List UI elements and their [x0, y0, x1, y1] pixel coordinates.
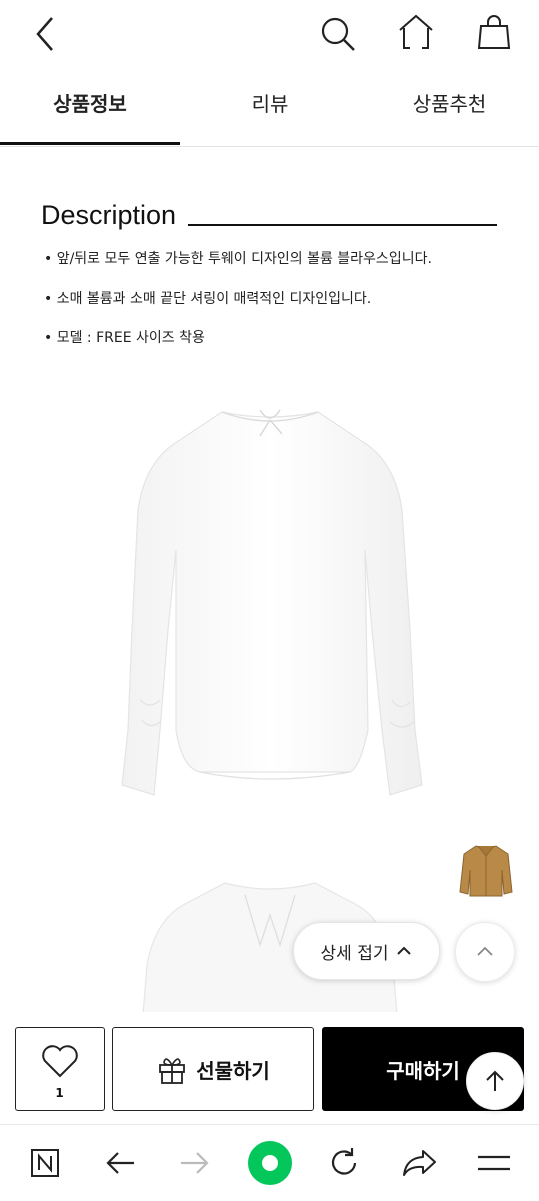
like-count: 1 — [55, 1086, 64, 1100]
menu-icon[interactable] — [476, 1125, 512, 1201]
home-icon[interactable] — [396, 12, 436, 52]
description-divider — [188, 224, 497, 226]
top-bar — [0, 0, 539, 70]
description-title: Description — [41, 200, 177, 230]
chevron-up-icon — [475, 942, 495, 962]
fold-details-button[interactable]: 상세 접기 — [293, 922, 440, 980]
shopping-bag-icon[interactable] — [474, 12, 514, 52]
active-tab-indicator — [0, 142, 180, 145]
tab-recommend[interactable]: 상품추천 — [360, 72, 539, 146]
heart-icon — [40, 1042, 80, 1080]
buy-label: 구매하기 — [386, 1058, 460, 1083]
arrow-up-icon — [483, 1069, 507, 1093]
product-image-blouse-front — [110, 400, 430, 805]
tab-product-info[interactable]: 상품정보 — [0, 72, 180, 146]
description-bullet: • 모델 : FREE 사이즈 착용 — [44, 330, 205, 346]
naver-n-icon[interactable] — [28, 1125, 62, 1201]
gift-button[interactable]: 선물하기 — [112, 1027, 314, 1111]
like-button[interactable]: 1 — [15, 1027, 105, 1111]
forward-icon[interactable] — [178, 1125, 212, 1201]
share-icon[interactable] — [400, 1125, 438, 1201]
recommend-thumbnail-jacket[interactable] — [458, 842, 514, 900]
search-icon[interactable] — [318, 14, 358, 54]
gift-icon — [156, 1053, 188, 1085]
fold-details-label: 상세 접기 — [320, 943, 389, 964]
back-arrow-icon[interactable] — [26, 14, 66, 54]
description-bullet: • 앞/뒤로 모두 연출 가능한 투웨이 디자인의 볼륨 블라우스입니다. — [44, 251, 432, 267]
scroll-up-button[interactable] — [455, 922, 515, 982]
scroll-top-button[interactable] — [466, 1052, 524, 1110]
product-tabs: 상품정보 리뷰 상품추천 — [0, 72, 539, 147]
chevron-up-icon — [396, 943, 412, 959]
gift-label: 선물하기 — [196, 1058, 270, 1083]
description-bullet: • 소매 볼륨과 소매 끝단 셔링이 매력적인 디자인입니다. — [44, 291, 372, 307]
back-icon[interactable] — [103, 1125, 137, 1201]
green-home-dot-icon[interactable] — [247, 1125, 293, 1201]
browser-toolbar — [0, 1124, 539, 1201]
refresh-icon[interactable] — [326, 1125, 362, 1201]
tab-review[interactable]: 리뷰 — [180, 72, 360, 146]
